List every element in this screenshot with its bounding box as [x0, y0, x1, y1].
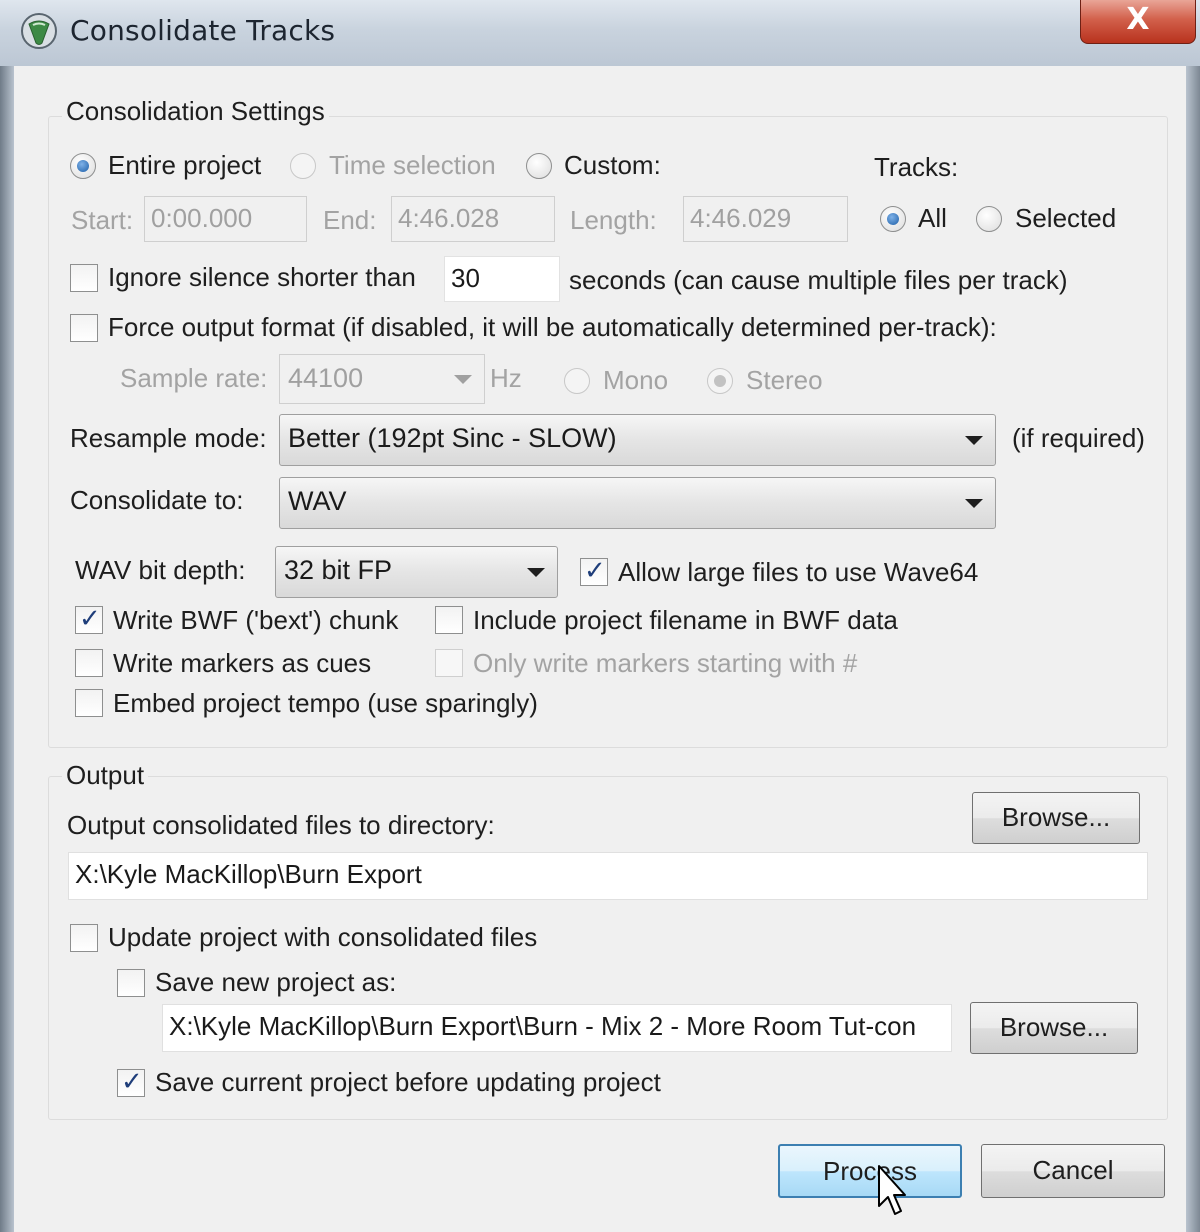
- entire-project-label[interactable]: Entire project: [108, 150, 261, 181]
- include-filename-checkbox[interactable]: [435, 606, 463, 634]
- force-output-format-label[interactable]: Force output format (if disabled, it wil…: [108, 312, 997, 343]
- consolidate-to-value: WAV: [288, 486, 347, 516]
- save-new-project-checkbox[interactable]: [117, 969, 145, 997]
- force-output-format-checkbox[interactable]: [70, 314, 98, 342]
- browse-new-project-button[interactable]: Browse...: [970, 1002, 1138, 1054]
- length-label: Length:: [570, 205, 657, 235]
- end-label: End:: [323, 205, 377, 235]
- tracks-all-radio[interactable]: [880, 206, 906, 232]
- tracks-all-label[interactable]: All: [918, 203, 947, 234]
- resample-mode-select[interactable]: Better (192pt Sinc - SLOW): [279, 414, 996, 466]
- wav-bit-depth-label: WAV bit depth:: [75, 555, 246, 585]
- save-new-project-input[interactable]: X:\Kyle MacKillop\Burn Export\Burn - Mix…: [162, 1004, 952, 1052]
- chevron-down-icon: [965, 499, 983, 508]
- window-title: Consolidate Tracks: [70, 14, 336, 47]
- sample-rate-select: 44100: [279, 354, 485, 404]
- browse-directory-button[interactable]: Browse...: [972, 792, 1140, 844]
- only-markers-checkbox: [435, 649, 463, 677]
- window-frame-left: [0, 66, 14, 1232]
- start-field: 0:00.000: [144, 196, 307, 242]
- mono-label: Mono: [603, 365, 669, 395]
- process-button[interactable]: Process: [778, 1144, 962, 1198]
- ignore-silence-label[interactable]: Ignore silence shorter than: [108, 262, 416, 293]
- end-field: 4:46.028: [391, 196, 555, 242]
- ignore-silence-suffix: seconds (can cause multiple files per tr…: [569, 265, 1068, 295]
- write-markers-label[interactable]: Write markers as cues: [113, 648, 371, 679]
- cancel-button[interactable]: Cancel: [981, 1144, 1165, 1198]
- stereo-label: Stereo: [746, 365, 823, 395]
- app-icon: [21, 13, 57, 49]
- start-label: Start:: [71, 205, 134, 235]
- window-frame-right: [1186, 66, 1200, 1232]
- consolidation-settings-title: Consolidation Settings: [62, 96, 329, 127]
- allow-wave64-checkbox[interactable]: [580, 556, 608, 586]
- output-directory-input[interactable]: X:\Kyle MacKillop\Burn Export: [68, 852, 1148, 900]
- tracks-selected-radio[interactable]: [976, 206, 1002, 232]
- chevron-down-icon: [527, 568, 545, 577]
- update-project-label[interactable]: Update project with consolidated files: [108, 922, 537, 953]
- resample-if-required-label: (if required): [1012, 423, 1145, 453]
- resample-mode-label: Resample mode:: [70, 423, 267, 453]
- close-icon: X: [1126, 2, 1150, 37]
- consolidate-to-select[interactable]: WAV: [279, 477, 996, 529]
- ignore-silence-input[interactable]: 30: [444, 256, 560, 302]
- wav-bit-depth-select[interactable]: 32 bit FP: [275, 546, 558, 598]
- entire-project-radio[interactable]: [70, 153, 96, 179]
- sample-rate-label: Sample rate:: [120, 363, 268, 393]
- ignore-silence-checkbox[interactable]: [70, 264, 98, 292]
- output-directory-label: Output consolidated files to directory:: [67, 810, 495, 840]
- wav-bit-depth-value: 32 bit FP: [284, 555, 393, 585]
- output-title: Output: [62, 760, 149, 791]
- allow-wave64-label[interactable]: Allow large files to use Wave64: [618, 557, 978, 588]
- chevron-down-icon: [454, 375, 472, 384]
- custom-label[interactable]: Custom:: [564, 150, 661, 181]
- dialog-body: Consolidation Settings Entire project Ti…: [14, 66, 1186, 1232]
- include-filename-label[interactable]: Include project filename in BWF data: [473, 605, 898, 636]
- length-field: 4:46.029: [683, 196, 848, 242]
- time-selection-label: Time selection: [329, 150, 496, 180]
- close-button[interactable]: X: [1080, 0, 1196, 44]
- update-project-checkbox[interactable]: [70, 924, 98, 952]
- sample-rate-value: 44100: [288, 363, 364, 393]
- tracks-label: Tracks:: [874, 152, 959, 182]
- title-bar: Consolidate Tracks X: [0, 0, 1200, 67]
- write-bwf-checkbox[interactable]: [75, 604, 103, 634]
- stereo-radio: [707, 368, 733, 394]
- hz-label: Hz: [490, 363, 522, 393]
- only-markers-label: Only write markers starting with #: [473, 648, 858, 678]
- mouse-cursor-icon: [878, 1165, 906, 1215]
- tracks-selected-label[interactable]: Selected: [1015, 203, 1116, 234]
- save-current-project-label[interactable]: Save current project before updating pro…: [155, 1067, 661, 1098]
- resample-mode-value: Better (192pt Sinc - SLOW): [288, 423, 617, 453]
- custom-radio[interactable]: [526, 153, 552, 179]
- write-bwf-label[interactable]: Write BWF ('bext') chunk: [113, 605, 398, 636]
- embed-tempo-label[interactable]: Embed project tempo (use sparingly): [113, 688, 538, 719]
- save-current-project-checkbox[interactable]: [117, 1067, 145, 1097]
- save-new-project-label[interactable]: Save new project as:: [155, 967, 396, 998]
- write-markers-checkbox[interactable]: [75, 649, 103, 677]
- embed-tempo-checkbox[interactable]: [75, 689, 103, 717]
- chevron-down-icon: [965, 436, 983, 445]
- consolidate-to-label: Consolidate to:: [70, 485, 244, 515]
- time-selection-radio: [290, 153, 316, 179]
- mono-radio: [564, 368, 590, 394]
